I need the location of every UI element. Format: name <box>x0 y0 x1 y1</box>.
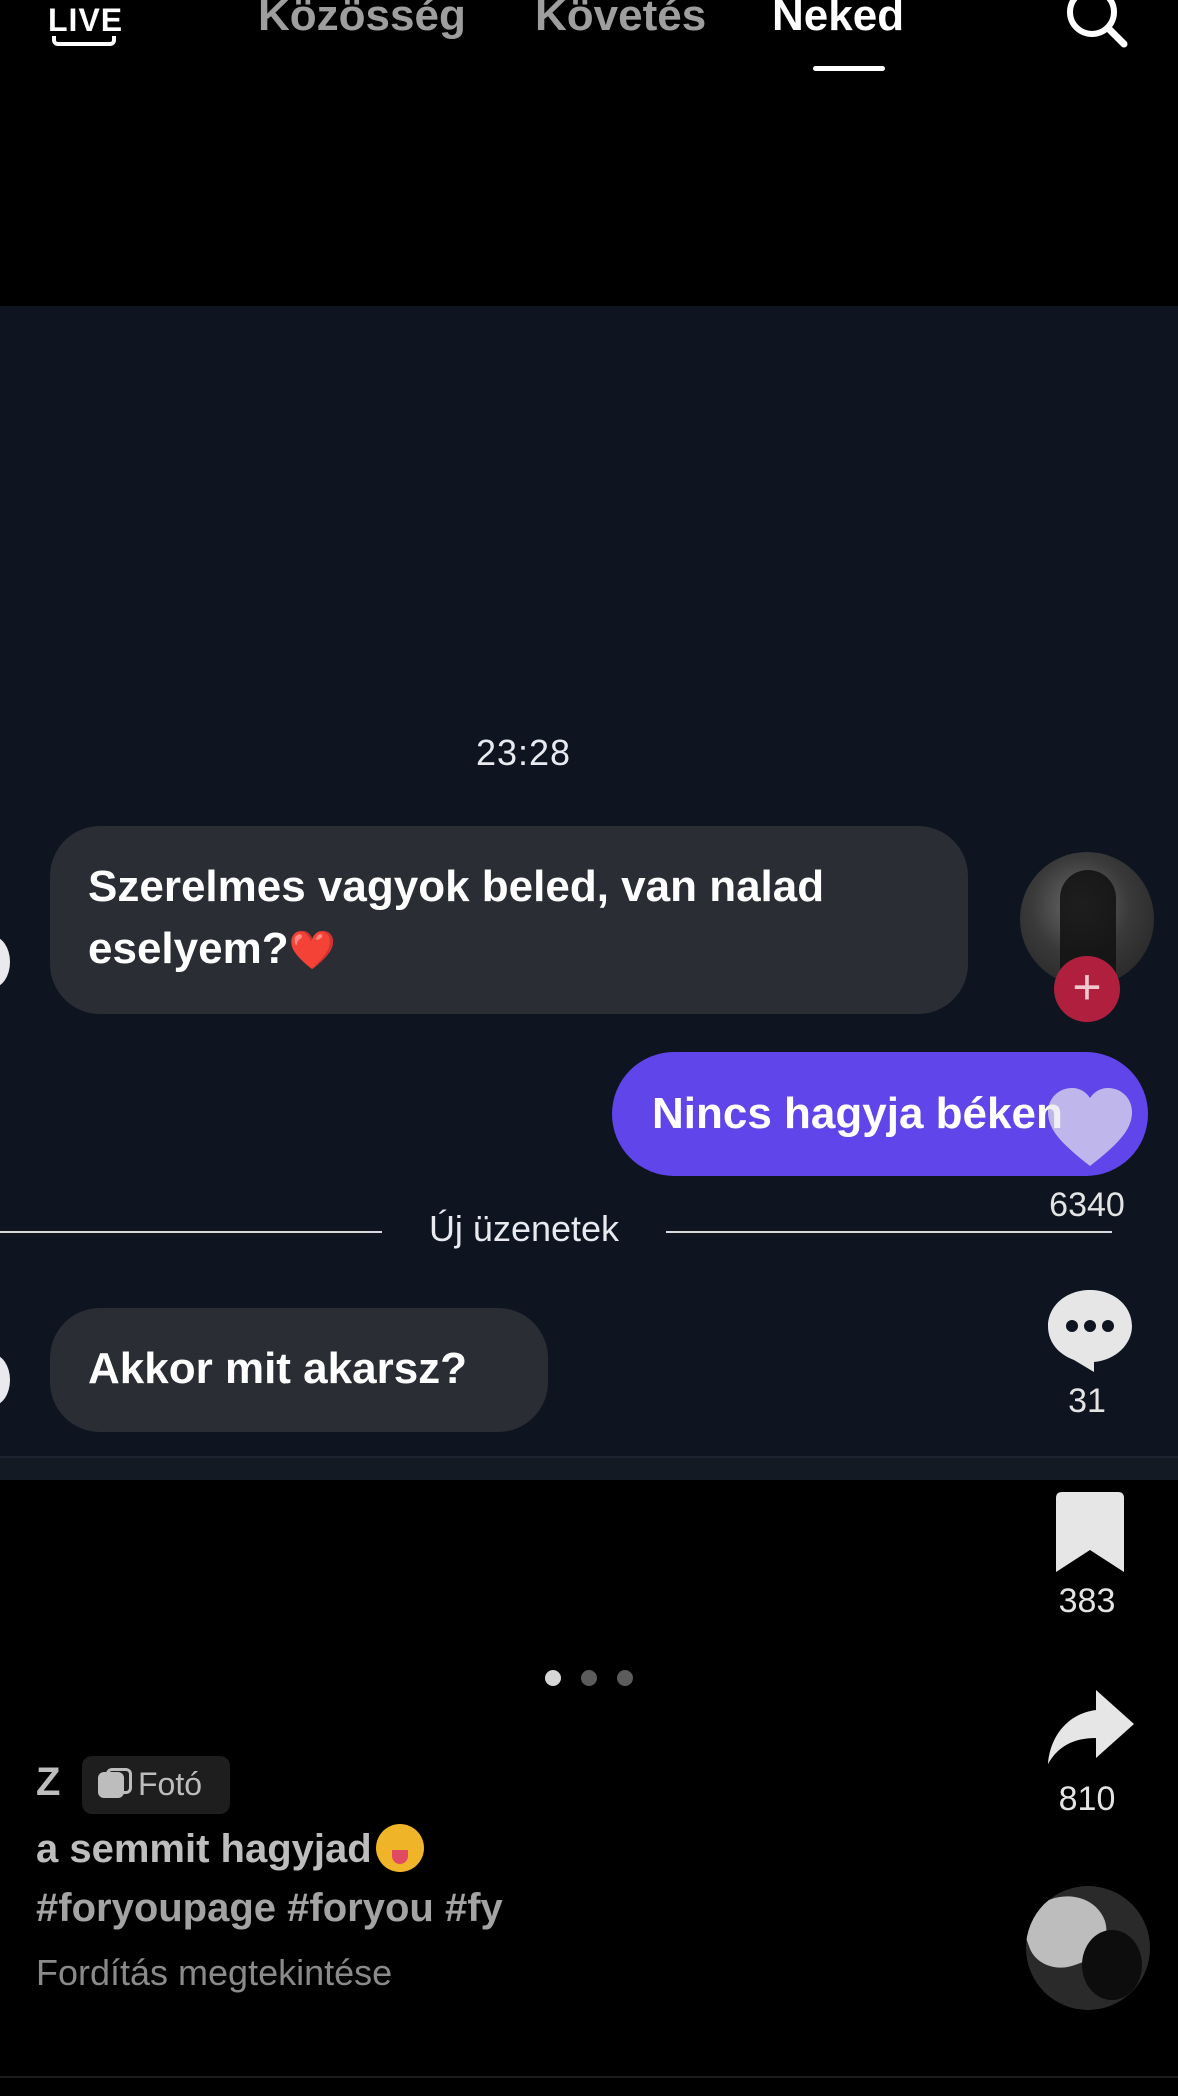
heart-icon[interactable] <box>1042 1080 1138 1176</box>
top-navigation: LIVE Közösség Követés Neked <box>0 0 1178 90</box>
post-photo[interactable]: 23:28 Szerelmes vagyok beled, van nalad … <box>0 306 1178 1480</box>
live-label: LIVE <box>48 2 124 38</box>
carousel-indicator <box>545 1670 635 1688</box>
post-description[interactable]: a semmit hagyjad <box>36 1824 424 1872</box>
carousel-dot[interactable] <box>617 1670 633 1686</box>
new-messages-label: Új üzenetek <box>428 1208 620 1249</box>
comment-count: 31 <box>1068 1382 1106 1420</box>
tab-kovetes[interactable]: Követés <box>535 0 706 44</box>
translate-link[interactable]: Fordítás megtekintése <box>36 1952 392 1994</box>
like-count: 6340 <box>1049 1186 1125 1224</box>
active-tab-indicator <box>813 66 885 71</box>
action-sidebar: + 6340 31 383 810 <box>1020 0 1160 2096</box>
photo-badge: Fotó <box>82 1756 230 1814</box>
share-count: 810 <box>1058 1780 1116 1818</box>
comment-icon[interactable] <box>1042 1282 1138 1378</box>
follow-button[interactable]: + <box>1054 956 1120 1022</box>
sound-disc[interactable] <box>1026 1886 1150 2010</box>
chat-timestamp: 23:28 <box>475 732 572 773</box>
tab-neked[interactable]: Neked <box>772 0 904 44</box>
partial-message <box>0 1456 1178 1480</box>
tab-kozosseg[interactable]: Közösség <box>258 0 466 44</box>
disc-art <box>1082 1930 1142 2000</box>
bottom-divider <box>0 2076 1178 2078</box>
tv-icon <box>52 36 116 46</box>
message-text: Szerelmes vagyok beled, van nalad eselye… <box>88 862 825 973</box>
photo-badge-label: Fotó <box>138 1766 203 1802</box>
divider-line <box>0 1231 382 1233</box>
sender-avatar <box>0 936 10 988</box>
live-button[interactable]: LIVE <box>48 0 122 48</box>
share-icon[interactable] <box>1042 1680 1138 1776</box>
tongue-emoji-icon <box>375 1824 424 1872</box>
photo-mode-icon-fill <box>98 1772 124 1798</box>
carousel-dot-active[interactable] <box>545 1670 561 1686</box>
sender-avatar <box>0 1354 10 1406</box>
description-text: a semmit hagyjad <box>36 1827 372 1871</box>
incoming-message: Akkor mit akarsz? <box>50 1308 548 1432</box>
hashtags[interactable]: #foryoupage #foryou #fy <box>36 1886 503 1931</box>
bookmark-icon[interactable] <box>1042 1484 1138 1580</box>
heart-emoji-icon: ❤️ <box>288 930 336 972</box>
message-text: Nincs hagyja béken <box>652 1089 1063 1138</box>
incoming-message: Szerelmes vagyok beled, van nalad eselye… <box>50 826 968 1014</box>
message-text: Akkor mit akarsz? <box>88 1344 468 1393</box>
save-count: 383 <box>1058 1582 1116 1620</box>
carousel-dot[interactable] <box>581 1670 597 1686</box>
author-name[interactable]: Z <box>36 1760 60 1805</box>
